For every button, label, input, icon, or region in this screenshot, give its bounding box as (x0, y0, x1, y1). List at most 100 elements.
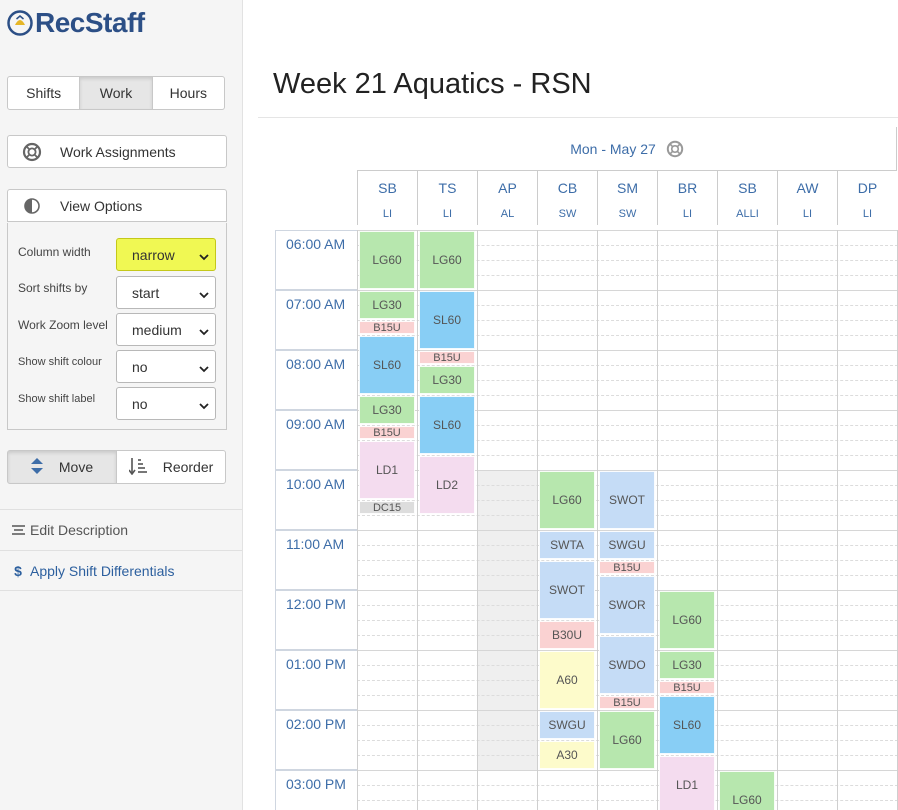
view-tabs: Shifts Work Hours (7, 76, 225, 110)
shift-block[interactable]: B15U (419, 351, 475, 364)
shift-block[interactable]: LG30 (659, 651, 715, 679)
column-name: BR (677, 180, 698, 196)
column-name: SM (617, 180, 638, 196)
apply-shift-differentials-link[interactable]: $ Apply Shift Differentials (0, 550, 242, 591)
edit-description-label: Edit Description (30, 522, 129, 538)
column-role: LI (442, 208, 453, 220)
shift-block[interactable]: LD2 (419, 456, 475, 514)
column-role: SW (618, 208, 637, 220)
work-assignments-label: Work Assignments (60, 143, 176, 160)
lifebuoy-icon[interactable] (666, 140, 684, 158)
tab-work[interactable]: Work (80, 76, 153, 110)
shift-block[interactable]: SL60 (419, 291, 475, 349)
chevron-down-icon (199, 287, 209, 303)
move-reorder-group: Move Reorder (7, 450, 226, 484)
shift-block[interactable]: LG60 (719, 771, 775, 810)
column-divider (597, 230, 598, 810)
time-label: 09:00 AM (275, 410, 357, 470)
tab-hours[interactable]: Hours (152, 76, 225, 110)
logo-icon (6, 9, 34, 37)
shift-block[interactable]: LG30 (359, 396, 415, 424)
shift-block[interactable]: B15U (599, 696, 655, 709)
view-options-label: View Options (60, 197, 143, 214)
zoom-level-select[interactable]: medium (116, 313, 216, 346)
column-role: ALLI (736, 208, 759, 220)
shift-block[interactable]: DC15 (359, 501, 415, 514)
tab-shifts[interactable]: Shifts (7, 76, 81, 110)
column-header[interactable]: DP LI (837, 170, 897, 225)
shift-block[interactable]: B15U (359, 426, 415, 439)
column-header[interactable]: AW LI (777, 170, 837, 225)
column-header[interactable]: SM SW (597, 170, 657, 225)
shift-block[interactable]: SWGU (539, 711, 595, 739)
shift-label-select[interactable]: no (116, 387, 216, 420)
column-header[interactable]: BR LI (657, 170, 717, 225)
shift-block[interactable]: SL60 (419, 396, 475, 454)
time-label: 08:00 AM (275, 350, 357, 410)
move-label: Move (58, 459, 94, 475)
column-header[interactable]: CB SW (537, 170, 597, 225)
column-divider (477, 230, 478, 810)
option-column-width: Column width narrow (18, 238, 218, 271)
sort-shifts-select[interactable]: start (116, 276, 216, 309)
edit-description-link[interactable]: Edit Description (0, 509, 242, 550)
shift-block[interactable]: SWOR (599, 576, 655, 634)
shift-block[interactable]: SWOT (599, 471, 655, 529)
logo-text: RecStaff (35, 7, 145, 38)
shift-colour-select[interactable]: no (116, 350, 216, 383)
select-value: narrow (132, 246, 175, 263)
shift-block[interactable]: B30U (539, 621, 595, 649)
select-value: start (132, 284, 160, 301)
column-role: LI (802, 208, 813, 220)
schedule-calendar: Mon - May 27 SB LI TS LI AP AL CB SW SM SW BR LI SB A… (275, 127, 898, 810)
shift-block[interactable]: B15U (659, 681, 715, 694)
shift-block[interactable]: SL60 (359, 336, 415, 394)
column-role: AL (500, 208, 515, 220)
time-label: 07:00 AM (275, 290, 357, 350)
shift-block[interactable]: LD1 (359, 441, 415, 499)
chevron-down-icon (199, 398, 209, 414)
grid-line (357, 770, 898, 771)
half-circle-icon (22, 196, 42, 216)
time-grid: 06:00 AM 07:00 AM 08:00 AM 09:00 AM 10:00 AM… (275, 230, 898, 810)
logo[interactable]: RecStaff (6, 6, 145, 40)
lifebuoy-icon (22, 142, 42, 162)
shift-block[interactable]: LG60 (539, 471, 595, 529)
shift-block[interactable]: SWGU (599, 531, 655, 559)
shift-block[interactable]: A60 (539, 651, 595, 709)
shift-block[interactable]: LG60 (359, 231, 415, 289)
shift-block[interactable]: A30 (539, 741, 595, 769)
day-header: Mon - May 27 (357, 127, 897, 170)
column-header[interactable]: SB ALLI (717, 170, 777, 225)
move-arrows-icon (30, 457, 43, 477)
column-width-select[interactable]: narrow (116, 238, 216, 271)
shift-block[interactable]: SWTA (539, 531, 595, 559)
column-header[interactable]: SB LI (357, 170, 417, 225)
shift-block[interactable]: LG30 (419, 366, 475, 394)
day-label[interactable]: Mon - May 27 (570, 141, 656, 157)
time-label: 06:00 AM (275, 230, 357, 290)
shift-block[interactable]: SWOT (539, 561, 595, 619)
column-divider (537, 230, 538, 810)
shift-block[interactable]: B15U (599, 561, 655, 574)
shift-block[interactable]: LD1 (659, 756, 715, 810)
shift-block[interactable]: LG60 (599, 711, 655, 769)
reorder-button[interactable]: Reorder (117, 450, 226, 484)
shift-block[interactable]: LG30 (359, 291, 415, 319)
column-divider (357, 230, 358, 810)
column-header[interactable]: TS LI (417, 170, 477, 225)
column-role: SW (558, 208, 577, 220)
shift-block[interactable]: LG60 (419, 231, 475, 289)
move-button[interactable]: Move (7, 450, 117, 484)
shift-block[interactable]: SL60 (659, 696, 715, 754)
shift-block[interactable]: LG60 (659, 591, 715, 649)
shift-block[interactable]: B15U (359, 321, 415, 334)
shift-block[interactable]: SWDO (599, 636, 655, 694)
option-label: Sort shifts by (18, 281, 88, 295)
view-options-button[interactable]: View Options (7, 189, 227, 222)
divider (258, 117, 898, 118)
column-name: AP (498, 180, 517, 196)
work-assignments-button[interactable]: Work Assignments (7, 135, 227, 168)
column-divider (717, 230, 718, 810)
column-header[interactable]: AP AL (477, 170, 537, 225)
